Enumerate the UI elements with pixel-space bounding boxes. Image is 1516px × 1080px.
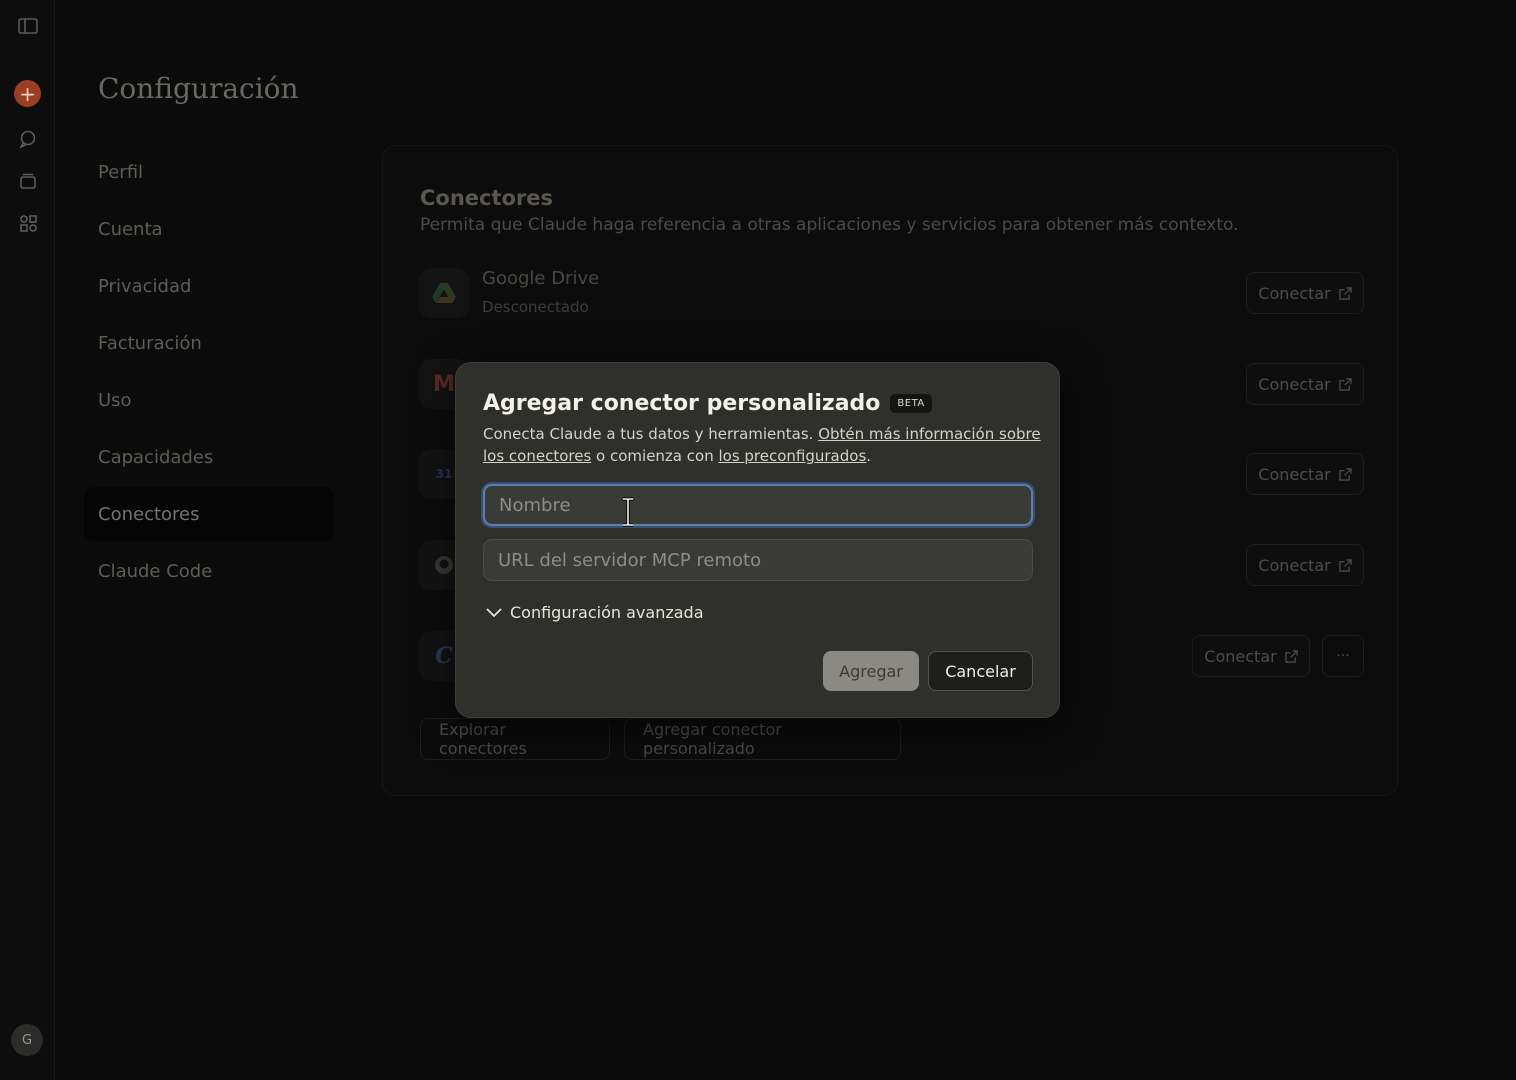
nav-item-facturacion[interactable]: Facturación [84, 316, 334, 370]
projects-icon[interactable] [14, 167, 42, 195]
external-link-icon [1284, 649, 1298, 663]
connector-name: Google Drive [482, 268, 600, 289]
nav-item-cuenta[interactable]: Cuenta [84, 202, 334, 256]
nav-item-uso[interactable]: Uso [84, 373, 334, 427]
connectors-description: Permita que Claude haga referencia a otr… [420, 215, 1239, 235]
nav-item-claude-code[interactable]: Claude Code [84, 544, 334, 598]
nav-item-privacidad[interactable]: Privacidad [84, 259, 334, 313]
connect-button[interactable]: Conectar [1246, 272, 1364, 314]
left-rail: + G [0, 0, 55, 1080]
description-text: . [866, 447, 872, 465]
advanced-settings-label: Configuración avanzada [510, 603, 704, 622]
beta-badge: BETA [890, 394, 932, 413]
external-link-icon [1338, 558, 1352, 572]
external-link-icon [1338, 467, 1352, 481]
connect-label: Conectar [1258, 374, 1331, 394]
google-drive-icon [419, 268, 469, 318]
more-options-button[interactable]: ··· [1322, 635, 1364, 677]
connect-button[interactable]: Conectar [1246, 363, 1364, 405]
mcp-url-input[interactable] [483, 539, 1033, 581]
add-custom-connector-button[interactable]: Agregar conector personalizado [624, 718, 901, 760]
connect-button[interactable]: Conectar [1192, 635, 1310, 677]
nav-item-perfil[interactable]: Perfil [84, 145, 334, 199]
connect-button[interactable]: Conectar [1246, 544, 1364, 586]
connect-label: Conectar [1258, 283, 1331, 303]
artifacts-icon[interactable] [14, 209, 42, 237]
connectors-title: Conectores [420, 186, 554, 210]
avatar[interactable]: G [11, 1024, 43, 1056]
add-button[interactable]: Agregar [823, 651, 919, 691]
connector-row: Google Drive Desconectado Conectar [419, 268, 1364, 318]
text-cursor-icon [623, 497, 633, 527]
nav-item-capacidades[interactable]: Capacidades [84, 430, 334, 484]
settings-nav: Perfil Cuenta Privacidad Facturación Uso… [84, 145, 334, 601]
name-input[interactable] [483, 484, 1033, 526]
chevron-down-icon [486, 607, 502, 617]
dialog-header: Agregar conector personalizado BETA [483, 391, 932, 416]
connect-label: Conectar [1204, 646, 1277, 666]
description-text: Conecta Claude a tus datos y herramienta… [483, 425, 819, 443]
dialog-title: Agregar conector personalizado [483, 391, 881, 416]
explore-connectors-button[interactable]: Explorar conectores [420, 718, 610, 760]
page-title: Configuración [98, 72, 299, 105]
external-link-icon [1338, 286, 1352, 300]
connect-label: Conectar [1258, 555, 1331, 575]
sidebar-toggle-icon[interactable] [14, 12, 42, 40]
cancel-button[interactable]: Cancelar [928, 651, 1033, 691]
external-link-icon [1338, 377, 1352, 391]
dialog-description: Conecta Claude a tus datos y herramienta… [483, 423, 1043, 467]
chats-icon[interactable] [14, 125, 42, 153]
connector-status: Desconectado [482, 298, 589, 316]
advanced-settings-toggle[interactable]: Configuración avanzada [486, 603, 704, 622]
preconfigured-link[interactable]: los preconfigurados [718, 447, 866, 465]
add-custom-connector-dialog: Agregar conector personalizado BETA Cone… [455, 362, 1060, 718]
description-text: o comienza con [591, 447, 719, 465]
connect-button[interactable]: Conectar [1246, 453, 1364, 495]
connect-label: Conectar [1258, 464, 1331, 484]
new-chat-icon[interactable]: + [14, 80, 41, 107]
nav-item-conectores[interactable]: Conectores [84, 487, 334, 541]
